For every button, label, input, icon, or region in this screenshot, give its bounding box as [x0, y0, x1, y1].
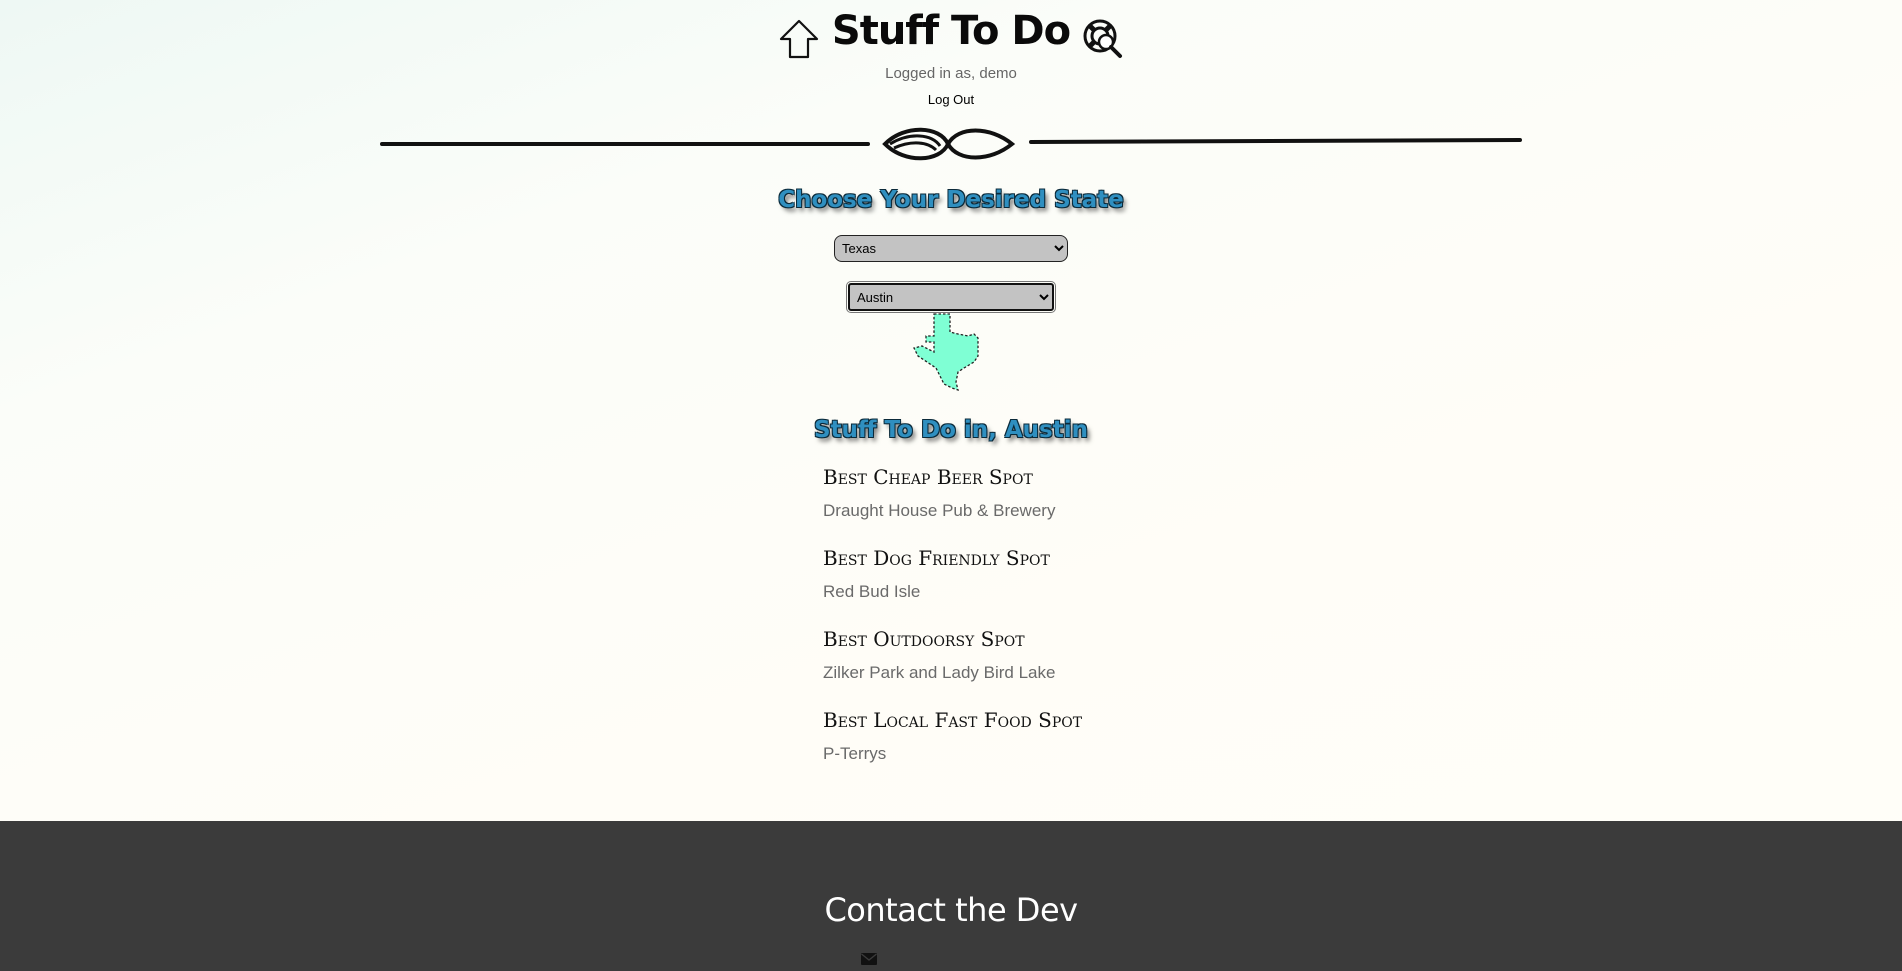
- place-name: Draught House Pub & Brewery: [823, 501, 1056, 520]
- place-name: Zilker Park and Lady Bird Lake: [823, 663, 1056, 682]
- city-select[interactable]: Austin: [846, 281, 1056, 313]
- list-item: Best Cheap Beer Spot Draught House Pub &…: [823, 462, 1223, 543]
- category-label: Best Local Fast Food Spot: [823, 708, 1083, 732]
- category-label: Best Cheap Beer Spot: [823, 465, 1033, 489]
- list-item: Best Local Fast Food Spot P-Terrys: [823, 705, 1223, 786]
- ornamental-divider: [380, 127, 1522, 161]
- category-label: Best Outdoorsy Spot: [823, 627, 1025, 651]
- logout-link[interactable]: Log Out: [0, 92, 1902, 107]
- texas-map-icon: [913, 313, 979, 391]
- recommendation-list: Best Cheap Beer Spot Draught House Pub &…: [823, 462, 1223, 786]
- envelope-icon[interactable]: [861, 953, 877, 965]
- place-name: Red Bud Isle: [823, 582, 921, 601]
- logged-in-status: Logged in as, demo: [885, 65, 1017, 82]
- results-heading: Stuff To Do in, Austin: [813, 417, 1089, 443]
- lifebuoy-search-icon[interactable]: [1082, 18, 1124, 60]
- footer: Contact the Dev: [0, 821, 1902, 971]
- category-label: Best Dog Friendly Spot: [823, 546, 1050, 570]
- contact-heading: Contact the Dev: [824, 891, 1078, 929]
- site-title: Stuff To Do: [831, 8, 1071, 54]
- list-item: Best Outdoorsy Spot Zilker Park and Lady…: [823, 624, 1223, 705]
- choose-state-heading: Choose Your Desired State: [778, 187, 1124, 213]
- list-item: Best Dog Friendly Spot Red Bud Isle: [823, 543, 1223, 624]
- place-name: P-Terrys: [823, 744, 887, 763]
- state-select[interactable]: Texas: [834, 235, 1068, 262]
